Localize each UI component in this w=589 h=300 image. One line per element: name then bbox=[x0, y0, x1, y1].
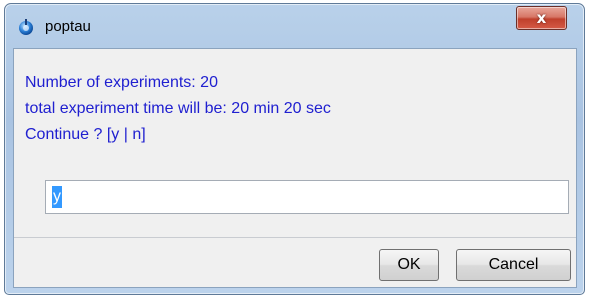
title-bar[interactable]: poptau x bbox=[5, 4, 584, 48]
button-separator bbox=[14, 237, 576, 238]
answer-input[interactable]: y bbox=[45, 180, 569, 214]
dialog-window: poptau x Number of experiments: 20 total… bbox=[4, 3, 585, 295]
app-icon bbox=[17, 18, 35, 36]
close-icon: x bbox=[536, 8, 547, 27]
close-button[interactable]: x bbox=[516, 6, 567, 30]
window-title: poptau bbox=[45, 18, 91, 35]
message-text: Number of experiments: 20 total experime… bbox=[25, 70, 331, 148]
continue-prompt-line: Continue ? [y | n] bbox=[25, 126, 146, 143]
ok-button[interactable]: OK bbox=[379, 249, 439, 281]
experiment-time-line: total experiment time will be: 20 min 20… bbox=[25, 100, 331, 117]
experiments-count-line: Number of experiments: 20 bbox=[25, 74, 218, 91]
answer-input-value: y bbox=[52, 186, 62, 208]
cancel-button[interactable]: Cancel bbox=[456, 249, 571, 281]
dialog-body: Number of experiments: 20 total experime… bbox=[13, 48, 577, 288]
